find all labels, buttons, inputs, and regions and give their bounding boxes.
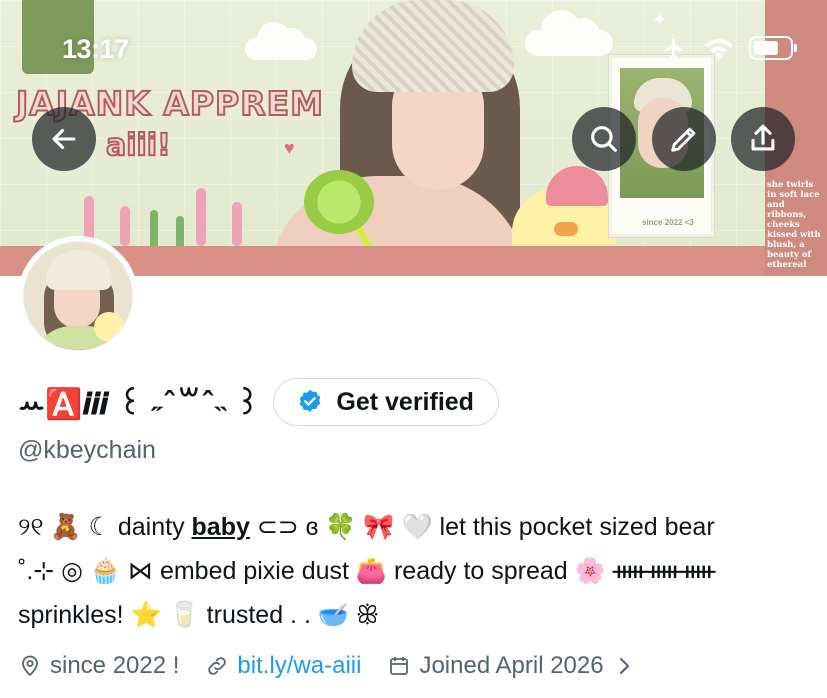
link-icon <box>208 657 227 675</box>
name-row: ꕀ🅰️𝒊𝒊𝒊 ꒰ ˶ˆ꒳ˆ˵ ꒱ Get verified <box>18 378 499 426</box>
cloud-decoration <box>525 10 613 56</box>
joined-text: Joined April 2026 <box>419 652 604 679</box>
flower-decoration <box>120 206 130 246</box>
status-time: 13:17 <box>62 34 129 64</box>
avatar-duck <box>94 312 124 342</box>
battery-icon <box>749 36 797 60</box>
back-arrow-icon <box>52 128 76 150</box>
leaf-decoration <box>176 216 184 246</box>
get-verified-button[interactable]: Get verified <box>273 378 499 426</box>
sparkle-icon: ✦ <box>652 10 668 30</box>
battery-level <box>754 41 778 55</box>
search-icon <box>591 126 617 152</box>
share-icon <box>751 124 775 151</box>
location-pin-icon <box>22 655 38 677</box>
bio-line: ˚.⊹ ◎ 🧁 ⋈ embed pixie dust 👛 ready to sp… <box>18 557 716 585</box>
avatar-image <box>23 241 133 351</box>
bio: ୨୧ 🧸 ☾ dainty baby ⊂⊃ ɞ 🍀 🎀 🤍 let this p… <box>18 505 818 637</box>
airplane-icon <box>664 38 683 58</box>
wifi-icon <box>705 39 733 60</box>
banner-subtitle: aiii! <box>105 127 172 164</box>
leaf-decoration <box>150 210 158 246</box>
cloud-decoration <box>245 22 317 60</box>
joined-item[interactable]: Joined April 2026 <box>387 652 635 680</box>
verified-badge-icon <box>300 389 321 412</box>
profile-link[interactable]: bit.ly/wa-aiii <box>205 652 361 680</box>
edit-button[interactable] <box>652 107 716 171</box>
banner-side-text: she twirls in soft lace and ribbons, che… <box>767 180 821 270</box>
back-button[interactable] <box>32 107 96 171</box>
avatar-hat <box>46 250 112 290</box>
location-text: since 2022 ! <box>50 652 180 679</box>
portrait-flower <box>304 170 374 234</box>
status-icons <box>659 36 797 60</box>
bio-line: sprinkles! ⭐ 🥛 trusted . . 🥣 ꕥ <box>18 601 380 629</box>
avatar[interactable] <box>18 236 138 356</box>
polaroid-caption: since 2022 <3 <box>642 218 694 227</box>
get-verified-label: Get verified <box>336 387 474 416</box>
bio-underlined-word: baby <box>191 513 250 541</box>
pencil-icon <box>671 127 696 152</box>
profile-meta: since 2022 ! bit.ly/wa-aiii Joined April… <box>18 652 636 680</box>
flower-decoration <box>196 188 206 246</box>
link-text[interactable]: bit.ly/wa-aiii <box>237 652 361 680</box>
chevron-right-icon <box>619 658 629 674</box>
calendar-icon <box>390 657 409 675</box>
share-button[interactable] <box>731 107 795 171</box>
duck-beak <box>554 222 578 236</box>
flower-decoration <box>232 202 242 246</box>
display-name: ꕀ🅰️𝒊𝒊𝒊 ꒰ ˶ˆ꒳ˆ˵ ꒱ <box>18 386 260 422</box>
bio-line: ୨୧ 🧸 ☾ dainty baby ⊂⊃ ɞ 🍀 🎀 🤍 let this p… <box>18 513 715 541</box>
heart-icon: ♥ <box>284 138 295 158</box>
search-button[interactable] <box>572 107 636 171</box>
location-item: since 2022 ! <box>18 652 179 680</box>
user-handle: @kbeychain <box>18 436 156 464</box>
